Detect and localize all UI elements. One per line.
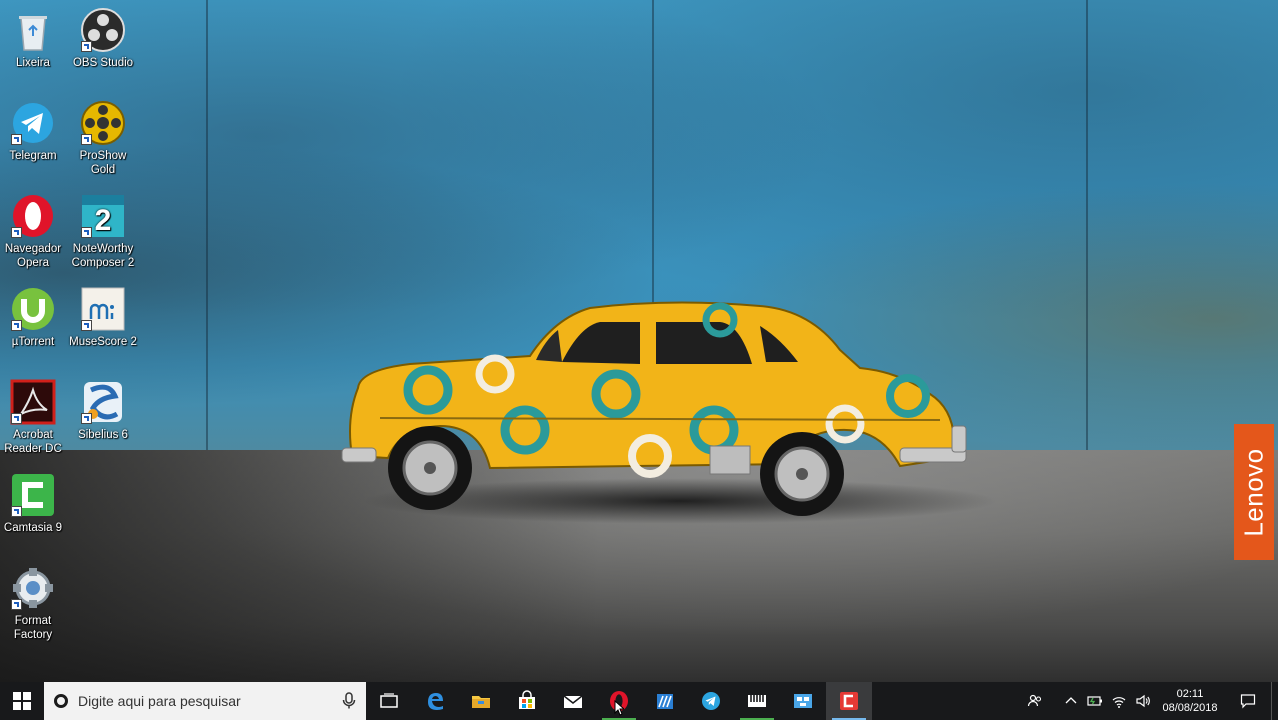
edge-icon <box>428 693 443 710</box>
volume-icon <box>1136 694 1150 708</box>
utorrent-icon <box>9 285 57 333</box>
desktop-icon-label: OBS Studio <box>72 57 134 69</box>
musescore-icon <box>79 285 127 333</box>
cortana-icon <box>54 694 68 708</box>
windows-logo-icon <box>13 692 31 710</box>
desktop-icon-label: Navegador Opera <box>4 243 62 269</box>
desktop-icon-label: µTorrent <box>11 336 55 348</box>
desktop-icon-label: NoteWorthy Composer 2 <box>71 243 135 269</box>
desktop-icon-telegram[interactable]: Telegram <box>0 99 69 163</box>
system-tray: 02:11 08/08/2018 <box>1023 682 1278 720</box>
taskbar-app-kdenlive[interactable] <box>642 682 688 720</box>
network-app-icon <box>794 694 812 708</box>
desktop-icon-proshow-gold[interactable]: ProShow Gold <box>67 99 139 177</box>
desktop-icon-label: Lixeira <box>16 57 50 69</box>
acrobat-icon <box>9 378 57 426</box>
sibelius-icon <box>79 378 127 426</box>
microphone-icon[interactable] <box>342 692 356 710</box>
svg-text:2: 2 <box>95 204 112 237</box>
kdenlive-icon <box>657 694 673 709</box>
clock-time: 02:11 <box>1176 688 1204 700</box>
file-explorer-icon <box>472 696 490 708</box>
opera-icon <box>9 192 57 240</box>
task-view-icon <box>380 693 398 708</box>
chevron-up-icon <box>1065 697 1077 704</box>
desktop-icon-acrobat-reader[interactable]: Acrobat Reader DC <box>0 378 69 456</box>
obs-icon <box>79 6 127 54</box>
camtasia-icon <box>9 471 57 519</box>
taskbar-app-camtasia[interactable] <box>826 682 872 720</box>
taskbar: Digite aqui para pesquisar 02:11 08/08/2… <box>0 682 1278 720</box>
wall-seam <box>1086 0 1088 455</box>
desktop-icon-format-factory[interactable]: Format Factory <box>0 564 69 642</box>
clock-date: 08/08/2018 <box>1162 702 1218 714</box>
desktop-icon-camtasia[interactable]: Camtasia 9 <box>0 471 69 535</box>
desktop-wallpaper: Lenovo <box>0 0 1278 682</box>
yellow-car-image <box>341 301 967 516</box>
desktop-icon-label: Sibelius 6 <box>78 429 128 441</box>
taskbar-search-box[interactable]: Digite aqui para pesquisar <box>44 682 366 720</box>
format-factory-icon <box>9 564 57 612</box>
desktop-icon-label: MuseScore 2 <box>69 336 137 348</box>
start-button[interactable] <box>0 682 44 720</box>
taskbar-app-edge[interactable] <box>412 682 458 720</box>
desktop-icon-label: ProShow Gold <box>79 150 127 176</box>
desktop-icon-musescore[interactable]: MuseScore 2 <box>67 285 139 349</box>
store-icon <box>519 690 535 709</box>
show-desktop-button[interactable] <box>1271 682 1278 720</box>
show-hidden-icons-button[interactable] <box>1059 682 1083 720</box>
desktop-icon-opera[interactable]: Navegador Opera <box>0 192 69 270</box>
recycle-bin-icon <box>9 6 57 54</box>
telegram-icon <box>702 692 720 710</box>
notifications-icon <box>1240 694 1256 709</box>
taskbar-app-file-explorer[interactable] <box>458 682 504 720</box>
task-view-button[interactable] <box>366 682 412 720</box>
desktop-icon-label: Telegram <box>9 150 57 162</box>
mouse-cursor-icon <box>614 700 624 716</box>
taskbar-app-mail[interactable] <box>550 682 596 720</box>
wall-seam <box>206 0 208 455</box>
camtasia-icon <box>840 692 858 710</box>
desktop-icon-obs-studio[interactable]: OBS Studio <box>67 6 139 70</box>
proshow-icon <box>79 99 127 147</box>
desktop-icon-utorrent[interactable]: µTorrent <box>0 285 69 349</box>
lenovo-brand-tag: Lenovo <box>1234 424 1274 560</box>
taskbar-app-network[interactable] <box>780 682 826 720</box>
mail-icon <box>563 695 583 708</box>
action-center-button[interactable] <box>1225 682 1271 720</box>
lenovo-brand-text: Lenovo <box>1238 447 1269 537</box>
taskbar-clock[interactable]: 02:11 08/08/2018 <box>1155 687 1225 715</box>
desktop-icon-label: Format Factory <box>13 615 53 641</box>
taskbar-app-store[interactable] <box>504 682 550 720</box>
desktop-icon-lixeira[interactable]: Lixeira <box>0 6 69 70</box>
desktop-icon-sibelius[interactable]: Sibelius 6 <box>67 378 139 442</box>
wifi-icon <box>1112 697 1126 708</box>
people-button[interactable] <box>1023 682 1047 720</box>
desktop-icon-label: Camtasia 9 <box>3 522 63 534</box>
wifi-button[interactable] <box>1107 682 1131 720</box>
desktop-icon-noteworthy-composer[interactable]: 2 NoteWorthy Composer 2 <box>67 192 139 270</box>
people-icon <box>1027 694 1042 707</box>
noteworthy-icon: 2 <box>79 192 127 240</box>
taskbar-app-telegram[interactable] <box>688 682 734 720</box>
telegram-icon <box>9 99 57 147</box>
piano-icon <box>748 695 766 707</box>
desktop-icon-label: Acrobat Reader DC <box>4 429 62 455</box>
battery-button[interactable] <box>1083 682 1107 720</box>
volume-button[interactable] <box>1131 682 1155 720</box>
battery-icon <box>1087 696 1102 706</box>
search-placeholder: Digite aqui para pesquisar <box>78 693 241 709</box>
taskbar-app-piano[interactable] <box>734 682 780 720</box>
